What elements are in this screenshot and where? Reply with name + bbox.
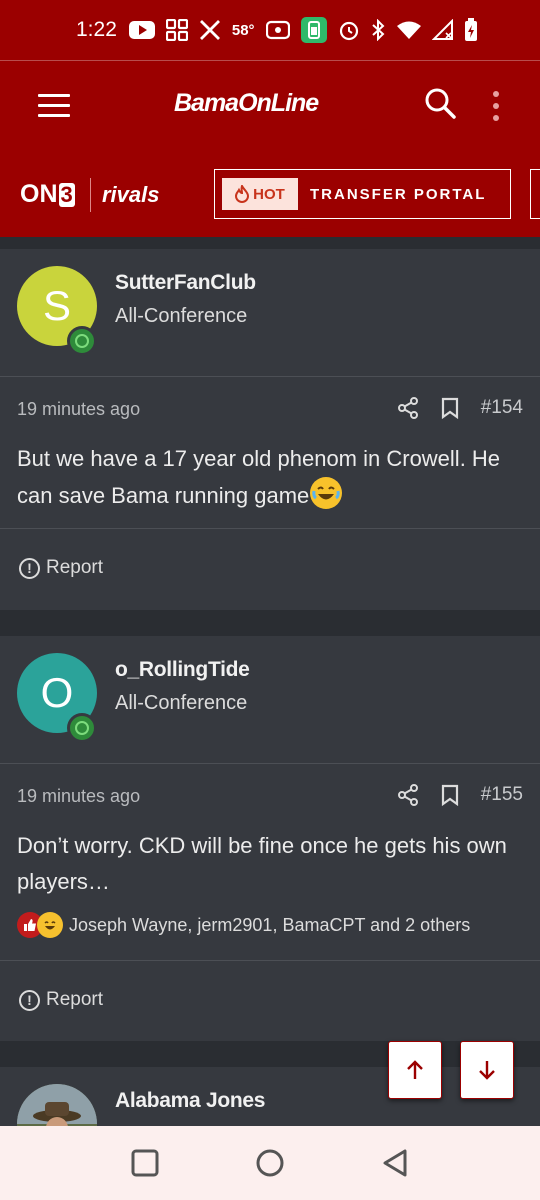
laughing-emoji-icon [310, 477, 343, 509]
avatar[interactable] [17, 1084, 97, 1126]
circle-icon [256, 1149, 284, 1177]
reactions-bar[interactable]: Joseph Wayne, jerm2901, BamaCPT and 2 ot… [17, 912, 470, 938]
report-label: Report [46, 557, 104, 578]
online-status-icon [67, 713, 97, 743]
on3-digit: 3 [58, 181, 75, 207]
alert-icon: ! [19, 557, 40, 579]
app-header: BamaOnLine [0, 60, 540, 153]
battery-icon [464, 18, 477, 41]
widgets-icon [165, 19, 188, 41]
post-message: But we have a 17 year old phenom in Crow… [17, 441, 517, 514]
battery-saver-icon [300, 17, 327, 43]
bookmark-icon[interactable] [441, 397, 459, 419]
rivals-logo[interactable]: rivals [102, 182, 160, 208]
post-time[interactable]: 19 minutes ago [17, 786, 140, 807]
status-temperature: 58° [231, 21, 255, 39]
hamburger-icon[interactable] [38, 94, 70, 118]
bluetooth-icon [371, 19, 385, 41]
recents-button[interactable] [131, 1149, 159, 1177]
report-label: Report [46, 989, 104, 1010]
back-button[interactable] [381, 1148, 409, 1178]
username[interactable]: SutterFanClub [115, 271, 256, 295]
avatar-photo [17, 1084, 97, 1126]
scroll-bottom-button[interactable] [460, 1041, 514, 1099]
hot-badge: HOT [222, 178, 298, 210]
post-footer: ! Report [0, 961, 540, 1041]
laugh-reaction-icon [37, 912, 63, 938]
arrow-up-icon [407, 1060, 423, 1079]
flame-icon [235, 185, 250, 203]
post-header: Alabama Jones [0, 1067, 540, 1126]
message-text: But we have a 17 year old phenom in Crow… [17, 446, 501, 508]
youtube-icon [128, 21, 155, 39]
post-number[interactable]: #154 [481, 397, 523, 419]
online-status-icon [67, 326, 97, 356]
site-logo[interactable]: BamaOnLine [174, 89, 319, 118]
system-nav-bar [0, 1126, 540, 1200]
triangle-back-icon [383, 1149, 407, 1177]
scroll-top-button[interactable] [388, 1041, 442, 1099]
post-155: O o_RollingTide All-Conference 19 minute… [0, 636, 540, 1041]
post-body: 19 minutes ago #155 Don’t worry. CKD wil… [0, 764, 540, 961]
bookmark-icon[interactable] [441, 784, 459, 806]
alert-icon: ! [19, 989, 40, 1011]
home-button[interactable] [255, 1148, 285, 1178]
post-header: S SutterFanClub All-Conference [0, 249, 540, 377]
transfer-portal-label: TRANSFER PORTAL [310, 185, 487, 203]
search-icon[interactable] [424, 87, 456, 119]
post-message: Don’t worry. CKD will be fine once he ge… [17, 833, 507, 894]
signal-icon [431, 19, 453, 40]
status-time: 1:22 [76, 18, 117, 41]
username[interactable]: o_RollingTide [115, 658, 250, 682]
status-bar: 1:22 58° [0, 0, 540, 60]
report-button[interactable]: ! Report [19, 989, 103, 1011]
post-156: Alabama Jones [0, 1067, 540, 1126]
post-time[interactable]: 19 minutes ago [17, 399, 140, 420]
share-icon[interactable] [397, 397, 419, 419]
arrow-down-icon [479, 1061, 495, 1080]
logo-separator [90, 178, 91, 212]
wifi-icon [396, 21, 421, 39]
square-icon [131, 1149, 159, 1177]
kebab-icon[interactable] [493, 91, 501, 127]
on3-logo[interactable]: ON 3 [20, 180, 75, 209]
radio-icon [265, 20, 290, 40]
separator [0, 237, 540, 249]
alarm-icon [339, 21, 358, 41]
x-icon [199, 20, 220, 40]
next-nav-button[interactable] [530, 169, 540, 219]
report-button[interactable]: ! Report [19, 557, 103, 579]
separator [0, 610, 540, 636]
post-header: O o_RollingTide All-Conference [0, 636, 540, 764]
transfer-portal-button[interactable]: HOT TRANSFER PORTAL [214, 169, 511, 219]
post-footer: ! Report [0, 529, 540, 609]
hot-label: HOT [253, 185, 285, 203]
reaction-users[interactable]: Joseph Wayne, jerm2901, BamaCPT and 2 ot… [69, 915, 470, 936]
share-icon[interactable] [397, 784, 419, 806]
user-rank: All-Conference [115, 305, 248, 327]
user-rank: All-Conference [115, 692, 248, 714]
network-bar: ON 3 rivals HOT TRANSFER PORTAL [0, 152, 540, 237]
post-body: 19 minutes ago #154 But we have a 17 yea… [0, 377, 540, 529]
separator [0, 1041, 540, 1067]
post-154: S SutterFanClub All-Conference 19 minute… [0, 249, 540, 610]
username[interactable]: Alabama Jones [115, 1089, 265, 1113]
post-number[interactable]: #155 [481, 784, 523, 806]
on3-text: ON [20, 180, 58, 208]
